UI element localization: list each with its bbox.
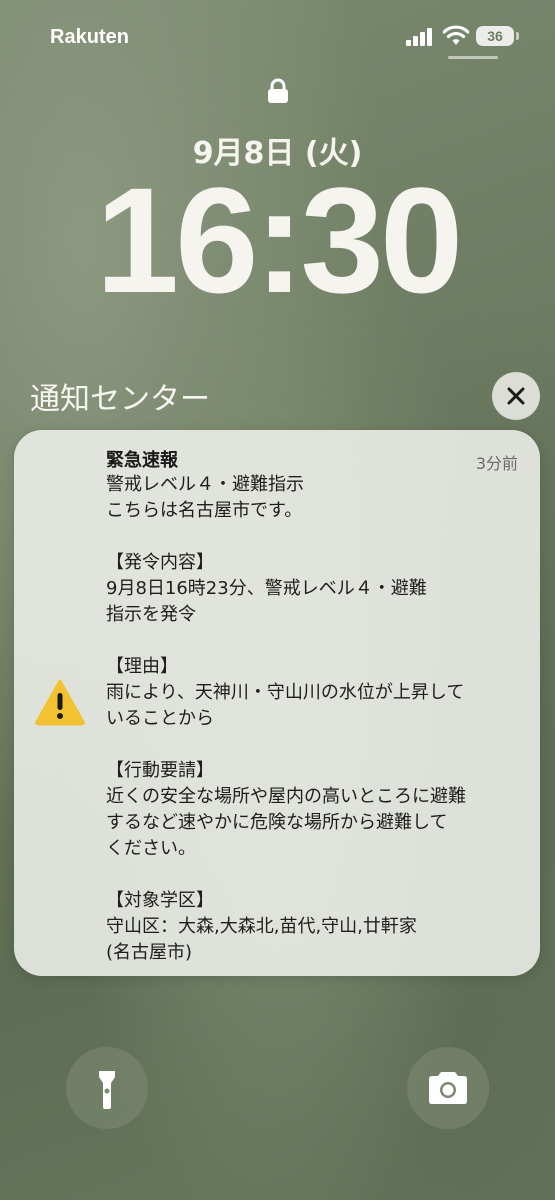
- wifi-icon: [443, 25, 469, 45]
- warning-triangle-icon: [35, 679, 85, 726]
- flashlight-icon: [99, 1071, 115, 1109]
- camera-button[interactable]: [407, 1047, 489, 1129]
- camera-icon: [429, 1072, 467, 1104]
- notification-title: 緊急速報: [106, 450, 178, 471]
- battery-level: 36: [476, 26, 514, 46]
- flashlight-button[interactable]: [66, 1047, 148, 1129]
- battery-tip: [516, 32, 519, 40]
- notification-body: 警戒レベル４・避難指示 こちらは名古屋市です。 【発令内容】 9月8日16時23…: [106, 474, 466, 963]
- status-underline: [448, 56, 498, 59]
- close-icon: [507, 387, 525, 405]
- emergency-notification-card[interactable]: 緊急速報 3分前 警戒レベル４・避難指示 こちらは名古屋市です。 【発令内容】 …: [14, 430, 540, 976]
- lock-icon: [268, 78, 288, 103]
- cellular-signal-icon: [406, 28, 432, 46]
- carrier-name: Rakuten: [50, 26, 129, 48]
- close-notifications-button[interactable]: [492, 372, 540, 420]
- lock-time: 16:30: [95, 156, 464, 324]
- notification-center-title: 通知センター: [30, 382, 210, 417]
- status-bar: Rakuten 36: [0, 0, 555, 70]
- notification-time: 3分前: [475, 454, 518, 473]
